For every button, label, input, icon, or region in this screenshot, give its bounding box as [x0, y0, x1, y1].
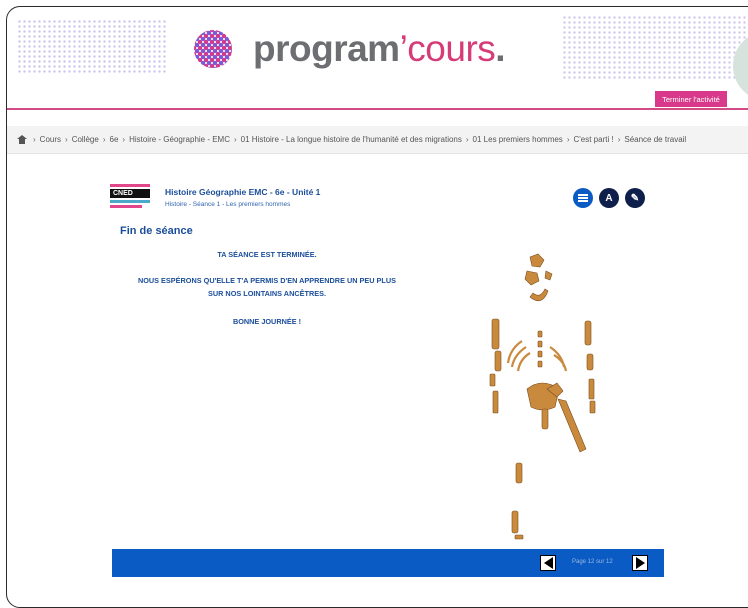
lesson-content: CNED Histoire Géographie EMC - 6e - Unit… — [7, 157, 748, 597]
section-title: Fin de séance — [120, 225, 193, 237]
previous-page-button[interactable] — [540, 555, 556, 571]
site-header: program’cours. Terminer l'activité — [7, 7, 748, 110]
lesson-footer: Page 12 sur 12 — [112, 549, 664, 577]
breadcrumb-item-start[interactable]: C'est parti ! — [573, 135, 613, 144]
message-line: BONNE JOURNÉE ! — [232, 317, 302, 326]
notebook-icon[interactable]: ✎ — [625, 188, 645, 208]
dot-pattern-left — [17, 19, 167, 75]
course-title: Histoire Géographie EMC - 6e - Unité 1 — [165, 187, 321, 197]
breadcrumb-item-lesson[interactable]: 01 Les premiers hommes — [473, 135, 563, 144]
breadcrumb-item-subject[interactable]: Histoire - Géographie - EMC — [129, 135, 230, 144]
dot-pattern-right — [562, 15, 748, 79]
message-line: SUR NOS LOINTAINS ANCÊTRES. — [208, 289, 326, 298]
message-line: NOUS ESPÉRONS QU'ELLE T'A PERMIS D'EN AP… — [137, 276, 397, 285]
next-arrow-icon — [635, 557, 645, 569]
breadcrumb-item-college[interactable]: Collège — [72, 135, 99, 144]
breadcrumb-item-cours[interactable]: Cours — [40, 135, 61, 144]
lesson-toolbar: A ✎ — [573, 188, 645, 208]
page-indicator: Page 12 sur 12 — [572, 559, 613, 565]
course-subtitle: Histoire - Séance 1 - Les premiers homme… — [165, 201, 291, 208]
breadcrumb-item-current: Séance de travail — [624, 135, 687, 144]
message-line: TA SÉANCE EST TERMINÉE. — [217, 250, 317, 259]
home-icon[interactable] — [17, 135, 27, 144]
cned-logo: CNED — [110, 184, 150, 208]
header-divider — [7, 108, 748, 110]
logo-text: program’cours. — [253, 28, 506, 69]
prev-arrow-icon — [543, 557, 553, 569]
breadcrumb-item-chapter[interactable]: 01 Histoire - La longue histoire de l'hu… — [241, 135, 462, 144]
menu-icon[interactable] — [573, 188, 593, 208]
skeleton-image — [489, 253, 596, 540]
end-activity-button[interactable]: Terminer l'activité — [655, 91, 727, 107]
breadcrumb: › Cours › Collège › 6e › Histoire - Géog… — [7, 126, 748, 154]
breadcrumb-item-6e[interactable]: 6e — [110, 135, 119, 144]
next-page-button[interactable] — [632, 555, 648, 571]
glossary-icon[interactable]: A — [599, 188, 619, 208]
app-window: program’cours. Terminer l'activité › Cou… — [6, 6, 748, 608]
programcours-logo[interactable]: program’cours. — [191, 23, 506, 75]
